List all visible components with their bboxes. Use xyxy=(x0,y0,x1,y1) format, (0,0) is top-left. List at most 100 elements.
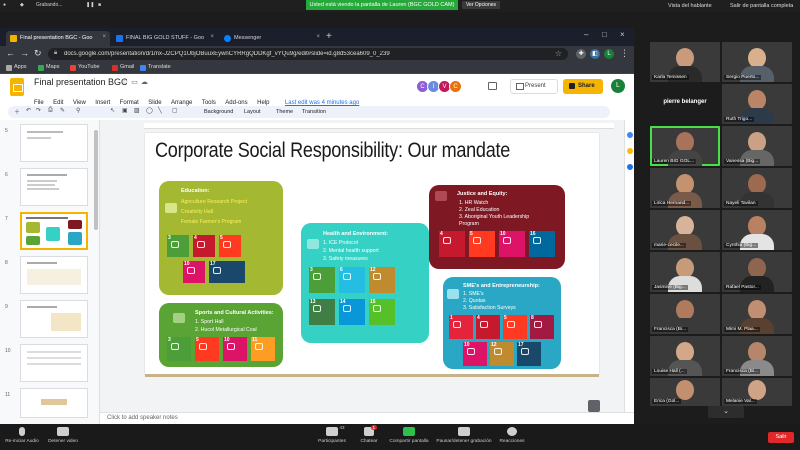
participant-tile[interactable]: Ruth Trigo... xyxy=(722,84,792,124)
select-icon[interactable]: ↖ xyxy=(110,107,115,114)
chat-button[interactable]: 1 Chatear xyxy=(356,425,382,444)
participant-tile[interactable]: Mimi M. Plaa... xyxy=(722,294,792,334)
slide-thumbnail[interactable] xyxy=(20,124,88,162)
bookmark-star-icon[interactable]: ☆ xyxy=(555,49,562,58)
star-icon[interactable]: ☆ xyxy=(122,79,131,86)
participant-tile[interactable]: Sergio Puerto... xyxy=(722,42,792,82)
participant-tile[interactable]: Nayeli Tavilan xyxy=(722,168,792,208)
participant-tile[interactable]: Rafael Pastor... xyxy=(722,252,792,292)
browser-tab-final-presentation[interactable]: Final presentation BGC - Goo × xyxy=(6,31,110,46)
tasks-icon[interactable] xyxy=(627,164,633,170)
comment-add-icon[interactable]: ▢ xyxy=(172,107,178,114)
extension-icon[interactable]: ✚ xyxy=(576,49,586,59)
thumbnail-scrollbar[interactable] xyxy=(94,130,98,230)
exit-fullscreen-button[interactable]: Salir de pantalla completa xyxy=(730,2,793,10)
omnibox[interactable]: 🔒︎ docs.google.com/presentation/d/1mx-J2… xyxy=(48,48,568,60)
slide-title[interactable]: Corporate Social Responsibility: Our man… xyxy=(155,139,510,163)
zoom-icon[interactable]: ⚲ xyxy=(76,107,80,114)
participant-tile[interactable]: Melanie Val... xyxy=(722,378,792,406)
participant-tile[interactable]: Cynthia (Big... xyxy=(722,210,792,250)
sports-cultural-box[interactable]: Sports and Cultural Activities: 1. Sport… xyxy=(159,303,283,367)
new-slide-icon[interactable]: ＋ xyxy=(14,107,20,116)
share-screen-button[interactable]: Compartir pantalla xyxy=(386,427,432,444)
shape-icon[interactable]: ◯ xyxy=(146,107,153,114)
explore-icon[interactable] xyxy=(588,400,600,412)
participant-tile[interactable]: Lirica Hernand... xyxy=(650,168,720,208)
slide-thumbnail[interactable] xyxy=(20,168,88,206)
participant-tile[interactable]: Louise Hall (... xyxy=(650,336,720,376)
puzzle-icon[interactable]: ◧ xyxy=(590,49,600,59)
present-button[interactable]: Present xyxy=(510,79,558,94)
profile-avatar[interactable]: L xyxy=(604,49,614,59)
pause-icon[interactable]: ❚❚ xyxy=(86,2,94,8)
participant-tile[interactable]: Francisca (Bi... xyxy=(722,336,792,376)
transition-button[interactable]: Transition xyxy=(302,109,326,115)
close-tab-icon[interactable]: × xyxy=(316,34,320,40)
new-tab-icon[interactable]: + xyxy=(326,31,332,42)
close-tab-icon[interactable]: × xyxy=(210,34,214,40)
bookmark-gmail[interactable]: Gmail xyxy=(112,64,134,71)
line-icon[interactable]: ╲ xyxy=(158,107,162,114)
gallery-next-page-button[interactable]: ⌄ xyxy=(708,406,744,418)
redo-icon[interactable]: ↷ xyxy=(36,107,41,114)
participant-tile[interactable]: Vanessa (Big... xyxy=(722,126,792,166)
comment-history-icon[interactable] xyxy=(488,82,497,90)
speaker-notes[interactable]: Click to add speaker notes xyxy=(100,412,634,424)
participant-tile[interactable]: Karla Temissen xyxy=(650,42,720,82)
slide-thumbnail[interactable] xyxy=(20,344,88,382)
user-avatar[interactable]: L xyxy=(611,79,625,93)
participant-tile[interactable]: pierre belanger xyxy=(650,84,720,124)
image-icon[interactable]: ▨ xyxy=(134,107,140,114)
close-window-icon[interactable]: × xyxy=(620,30,625,39)
stop-icon[interactable]: ■ xyxy=(98,2,101,8)
close-tab-icon[interactable]: × xyxy=(102,34,106,40)
bookmark-translate[interactable]: Translate xyxy=(140,64,171,71)
forward-icon[interactable]: → xyxy=(20,48,29,58)
leave-meeting-button[interactable]: Salir xyxy=(768,432,794,443)
document-title[interactable]: Final presentation BGC xyxy=(34,77,128,87)
speaker-view-button[interactable]: Vista del hablante xyxy=(668,2,712,10)
slide-thumbnail-selected[interactable] xyxy=(20,212,88,250)
participant-tile[interactable]: Erica (Gol... xyxy=(650,378,720,406)
reactions-button[interactable]: Reacciones xyxy=(496,427,528,444)
keep-icon[interactable] xyxy=(627,148,633,154)
sme-entrepreneurship-box[interactable]: SME's and Entrepreneurship: 1. SME's 2. … xyxy=(443,277,561,369)
bookmark-maps[interactable]: Maps xyxy=(38,64,59,71)
undo-icon[interactable]: ↶ xyxy=(26,107,31,114)
current-slide[interactable]: Corporate Social Responsibility: Our man… xyxy=(145,133,599,375)
education-box[interactable]: Education: Agriculture Research Project … xyxy=(159,181,283,295)
participant-tile[interactable]: marie-cecile... xyxy=(650,210,720,250)
health-environment-box[interactable]: Health and Environment: 1. ICE Protocol … xyxy=(301,223,429,343)
calendar-icon[interactable] xyxy=(627,132,633,138)
slides-logo-icon[interactable] xyxy=(10,78,24,96)
bookmark-apps[interactable]: Apps xyxy=(6,64,27,71)
print-icon[interactable]: ⎙ xyxy=(48,107,53,114)
participant-tile[interactable]: Jasmine (Big... xyxy=(650,252,720,292)
minimize-icon[interactable]: – xyxy=(584,30,588,39)
move-folder-icon[interactable]: ▭ xyxy=(131,79,141,86)
stop-video-button[interactable]: Detener video xyxy=(46,427,80,444)
paint-format-icon[interactable]: ✎ xyxy=(60,107,65,114)
theme-button[interactable]: Theme xyxy=(276,109,293,115)
background-button[interactable]: Background xyxy=(204,109,233,115)
textbox-icon[interactable]: ▣ xyxy=(122,107,128,114)
view-options-button[interactable]: Ver Opciones xyxy=(462,1,501,9)
participant-tile[interactable]: Francisca (Bi... xyxy=(650,294,720,334)
slide-thumbnail[interactable] xyxy=(20,388,88,418)
restart-audio-button[interactable]: Re-iniciar Audio xyxy=(4,427,40,444)
browser-tab-final-big-gold[interactable]: FINAL BIG GOLD STUFF - Goo × xyxy=(112,31,218,46)
collaborator-avatar[interactable]: C xyxy=(449,80,462,93)
participant-tile-active-speaker[interactable]: Lauren BIG GOL... xyxy=(650,126,720,166)
maximize-icon[interactable]: □ xyxy=(602,30,607,39)
bookmark-youtube[interactable]: YouTube xyxy=(70,64,100,71)
share-button[interactable]: Share xyxy=(563,79,603,94)
pause-recording-button[interactable]: Pausar/detener grabación xyxy=(434,427,494,444)
justice-equity-box[interactable]: Justice and Equity: 1. HR Watch 2. Zeal … xyxy=(429,185,565,269)
slide-thumbnail[interactable] xyxy=(20,256,88,294)
layout-button[interactable]: Layout xyxy=(244,109,261,115)
browser-tab-messenger[interactable]: Messenger × xyxy=(220,31,324,46)
reload-icon[interactable]: ↻ xyxy=(34,48,42,59)
browser-menu-icon[interactable]: ⋮ xyxy=(620,48,629,59)
back-icon[interactable]: ← xyxy=(6,48,15,58)
participants-button[interactable]: 43 Participantes xyxy=(312,425,352,444)
